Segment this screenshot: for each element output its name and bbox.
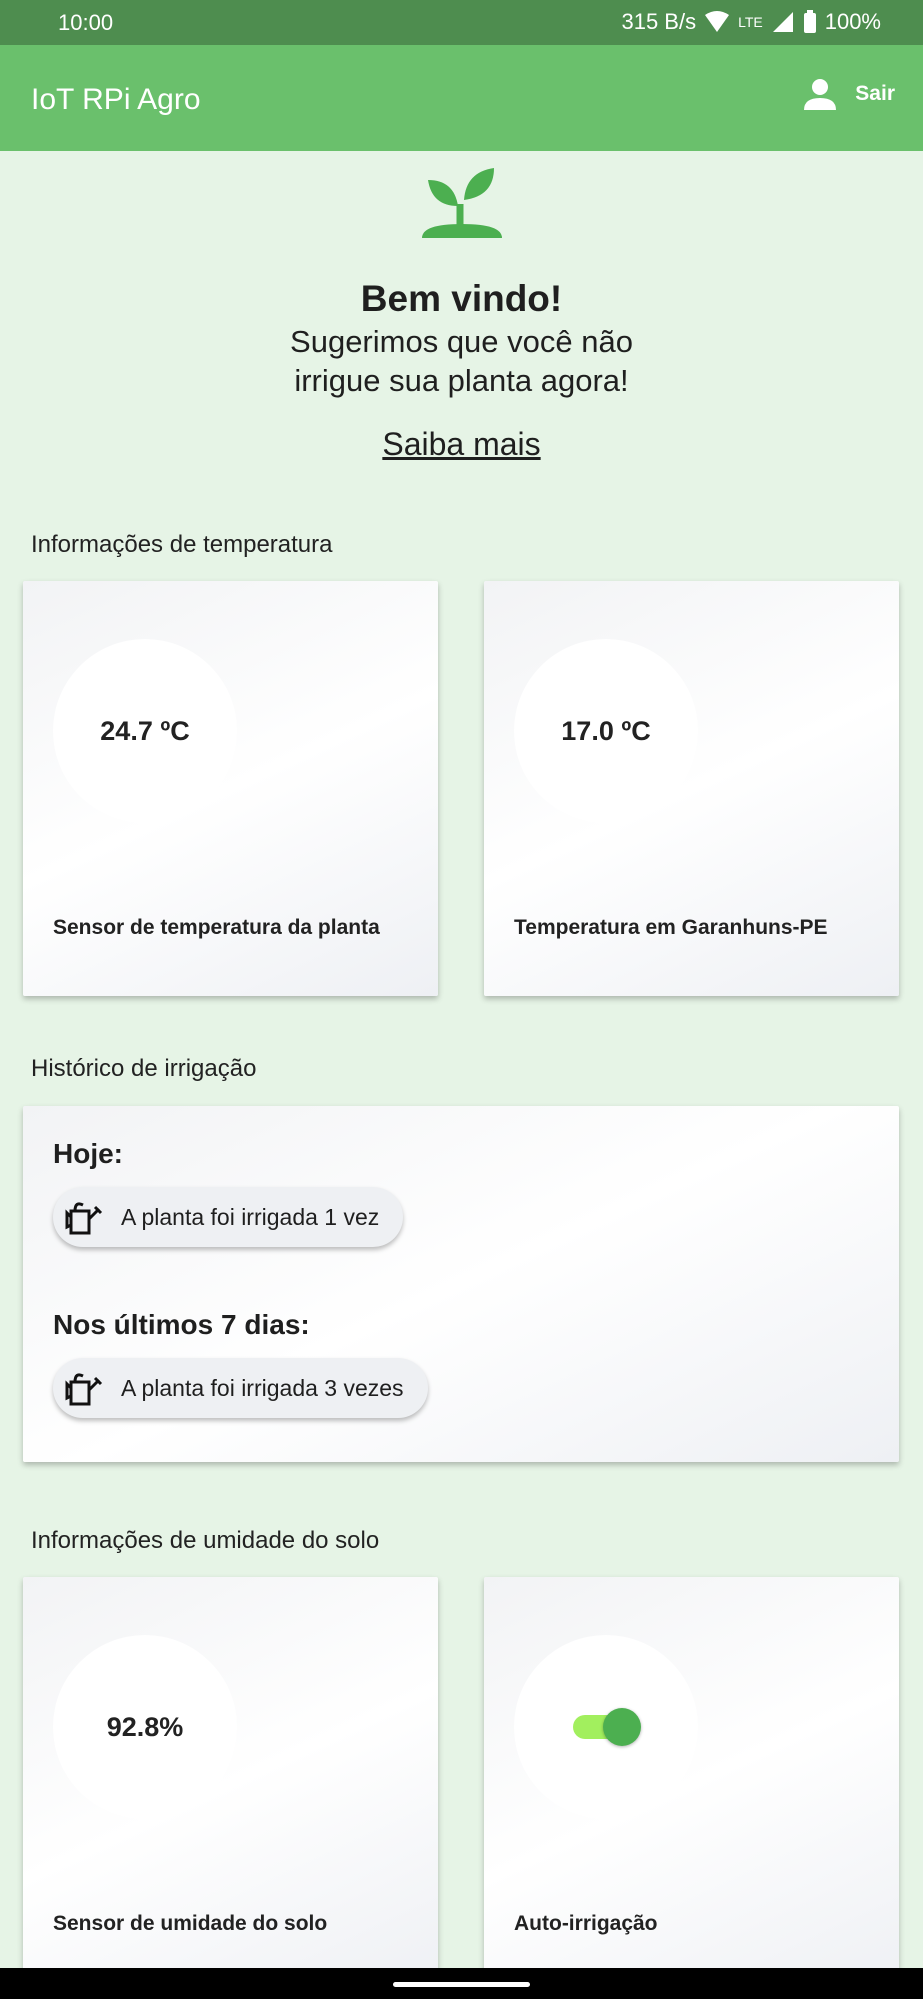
network-type: LTE xyxy=(738,14,763,30)
toggle-knob xyxy=(603,1708,641,1746)
home-gesture-handle[interactable] xyxy=(393,1982,530,1987)
soil-moisture-label: Sensor de umidade do solo xyxy=(53,1912,328,1935)
status-bar: 10:00 315 B/s LTE 100% xyxy=(0,0,923,45)
suggestion-line-2: irrigue sua planta agora! xyxy=(294,363,629,398)
soil-moisture-value: 92.8% xyxy=(53,1635,237,1819)
watering-can-icon xyxy=(65,1202,103,1235)
auto-irrigation-label: Auto-irrigação xyxy=(514,1912,658,1935)
battery-level: 100% xyxy=(824,9,881,34)
auto-irrigation-toggle[interactable] xyxy=(573,1708,641,1746)
net-speed: 315 B/s xyxy=(621,9,697,34)
today-title: Hoje: xyxy=(53,1138,123,1169)
soil-moisture-card: 92.8% Sensor de umidade do solo xyxy=(23,1577,438,1992)
app-bar: IoT RPi Agro Sair xyxy=(0,45,923,151)
week-irrigation-text: A planta foi irrigada 3 vezes xyxy=(121,1374,404,1401)
today-irrigation-text: A planta foi irrigada 1 vez xyxy=(121,1203,380,1230)
city-temperature-value: 17.0 ºC xyxy=(514,639,698,823)
status-right: 315 B/s LTE 100% xyxy=(621,9,881,35)
city-temperature-label: Temperatura em Garanhuns-PE xyxy=(514,916,828,939)
section-soil-title: Informações de umidade do solo xyxy=(31,1527,380,1554)
welcome-suggestion: Sugerimos que você não irrigue sua plant… xyxy=(0,322,923,400)
learn-more-link[interactable]: Saiba mais xyxy=(0,426,923,463)
logout-button[interactable]: Sair xyxy=(803,77,895,111)
person-icon xyxy=(804,79,837,110)
plant-temperature-card: 24.7 ºC Sensor de temperatura da planta xyxy=(23,581,438,996)
signal-icon xyxy=(772,12,793,32)
auto-irrigation-toggle-container xyxy=(514,1635,698,1819)
wifi-icon xyxy=(705,11,730,32)
watering-can-icon xyxy=(65,1373,103,1406)
week-irrigation-chip: A planta foi irrigada 3 vezes xyxy=(53,1358,428,1418)
plant-sprout-icon xyxy=(422,168,502,238)
welcome-title: Bem vindo! xyxy=(360,278,563,319)
plant-temperature-label: Sensor de temperatura da planta xyxy=(53,916,380,939)
battery-icon xyxy=(803,10,816,33)
status-time: 10:00 xyxy=(58,10,114,35)
plant-temperature-value: 24.7 ºC xyxy=(53,639,237,823)
today-irrigation-chip: A planta foi irrigada 1 vez xyxy=(53,1187,404,1247)
logout-label: Sair xyxy=(855,82,895,105)
section-temperature-title: Informações de temperatura xyxy=(31,531,333,558)
navigation-bar xyxy=(0,1968,923,1999)
suggestion-line-1: Sugerimos que você não xyxy=(290,324,633,359)
auto-irrigation-card: Auto-irrigação xyxy=(484,1577,899,1992)
irrigation-history-card: Hoje: A planta foi irrigada 1 vez Nos úl… xyxy=(23,1106,899,1462)
city-temperature-card: 17.0 ºC Temperatura em Garanhuns-PE xyxy=(484,581,899,996)
week-title: Nos últimos 7 dias: xyxy=(53,1309,310,1340)
app-title: IoT RPi Agro xyxy=(31,83,201,116)
section-history-title: Histórico de irrigação xyxy=(31,1055,257,1082)
